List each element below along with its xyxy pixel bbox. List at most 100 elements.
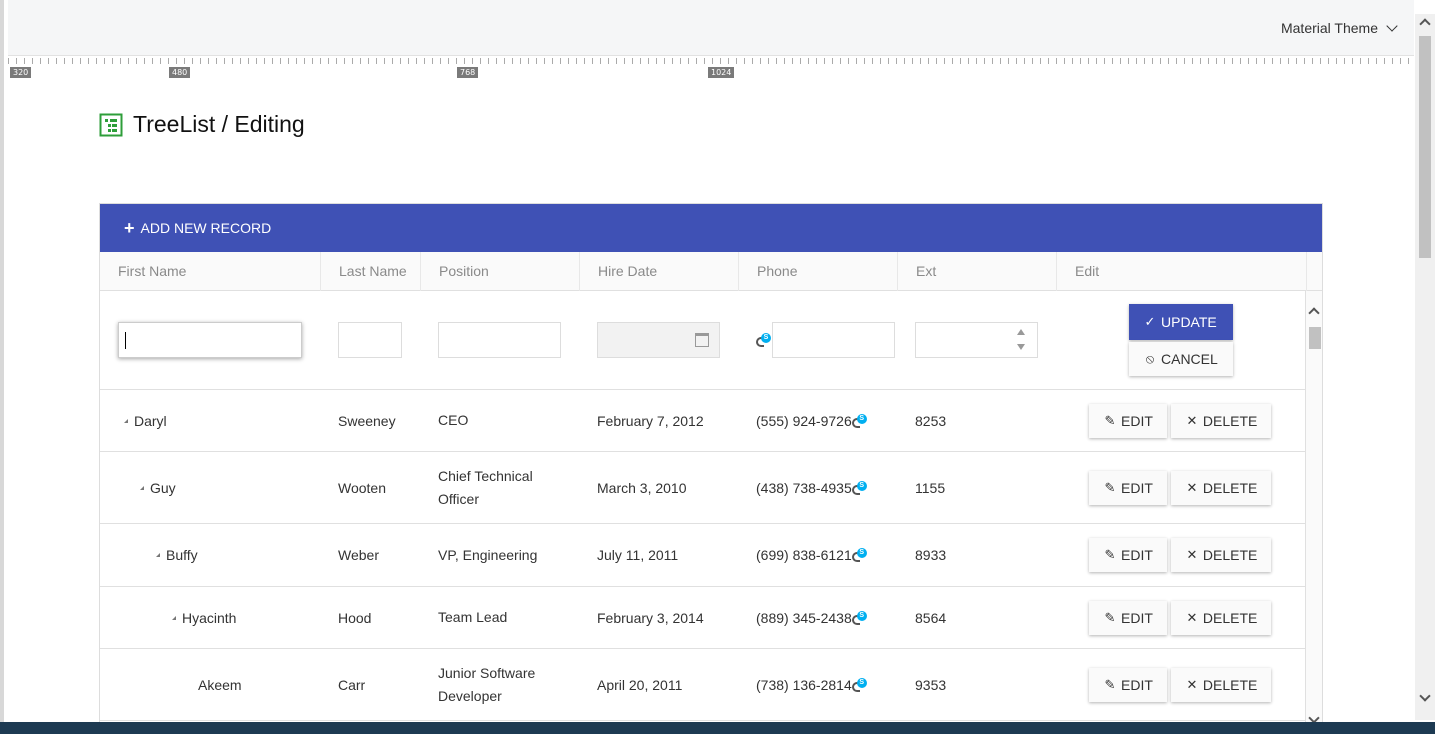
scroll-up-icon[interactable] xyxy=(1308,307,1320,319)
edit-button[interactable]: ✎ EDIT xyxy=(1089,470,1167,505)
edit-label: EDIT xyxy=(1121,609,1153,626)
edit-row: S ✓ UPDATE ⦸ CANCEL xyxy=(100,291,1307,390)
collapse-icon[interactable] xyxy=(156,553,160,557)
add-new-record-label: ADD NEW RECORD xyxy=(140,220,272,236)
grid-header: First Name Last Name Position Hire Date … xyxy=(100,252,1307,291)
add-new-record-button[interactable]: + ADD NEW RECORD xyxy=(124,219,272,237)
grid-scrollbar[interactable] xyxy=(1305,291,1322,722)
delete-button[interactable]: ✕ DELETE xyxy=(1170,667,1272,702)
skype-phone-icon[interactable]: S xyxy=(851,413,867,428)
row-actions: ✎ EDIT ✕ DELETE xyxy=(1089,390,1272,451)
table-row[interactable]: Daryl Sweeney CEO February 7, 2012 (555)… xyxy=(100,390,1307,452)
position: VP, Engineering xyxy=(438,546,538,563)
last-name-input[interactable] xyxy=(338,322,402,358)
cancel-button[interactable]: ⦸ CANCEL xyxy=(1129,342,1233,376)
app-window: Material Theme 320 480 768 1024 TreeList… xyxy=(0,0,1435,734)
ruler-mark-1024[interactable]: 1024 xyxy=(708,67,735,78)
cancel-icon: ⦸ xyxy=(1145,351,1155,366)
theme-label: Material Theme xyxy=(1280,20,1378,36)
scroll-down-icon[interactable] xyxy=(1419,690,1431,702)
skype-phone-icon[interactable]: S xyxy=(851,480,867,495)
collapse-icon[interactable] xyxy=(124,418,128,423)
header-last-name[interactable]: Last Name xyxy=(321,252,421,291)
calendar-icon[interactable] xyxy=(695,333,709,347)
spin-up-icon[interactable] xyxy=(1017,329,1025,335)
first-name: Daryl xyxy=(134,412,167,429)
page-scrollbar[interactable] xyxy=(1415,14,1435,720)
phone-input[interactable] xyxy=(772,322,895,358)
position: Chief Technical Officer xyxy=(438,467,533,507)
header-phone[interactable]: Phone xyxy=(739,252,898,291)
hire-date: March 3, 2010 xyxy=(597,479,687,496)
grid-toolbar: + ADD NEW RECORD xyxy=(100,204,1322,252)
check-icon: ✓ xyxy=(1144,314,1156,329)
ext-cell xyxy=(915,291,1038,389)
row-actions: ✎ EDIT ✕ DELETE xyxy=(1089,524,1272,586)
phone-number[interactable]: (438) 738-4935 xyxy=(756,480,852,496)
delete-button[interactable]: ✕ DELETE xyxy=(1170,600,1272,635)
page-scroll-thumb[interactable] xyxy=(1419,36,1431,258)
ruler-mark-320[interactable]: 320 xyxy=(10,67,32,78)
ruler-mark-768[interactable]: 768 xyxy=(457,67,479,78)
phone-number[interactable]: (889) 345-2438 xyxy=(756,610,852,626)
pencil-icon: ✎ xyxy=(1104,547,1116,562)
hire-date-picker[interactable] xyxy=(597,322,720,358)
grid-scroll-thumb[interactable] xyxy=(1309,327,1321,349)
pencil-icon: ✎ xyxy=(1104,412,1116,428)
hire-date-cell xyxy=(597,291,720,389)
delete-label: DELETE xyxy=(1202,676,1258,693)
ruler-mark-480[interactable]: 480 xyxy=(169,67,191,78)
table-row[interactable]: Hyacinth Hood Team Lead February 3, 2014… xyxy=(100,587,1307,649)
phone-cell: (438) 738-4935 S xyxy=(756,452,867,523)
edit-button[interactable]: ✎ EDIT xyxy=(1089,403,1167,438)
skype-phone-icon[interactable]: S xyxy=(851,548,867,562)
last-name-cell xyxy=(338,291,402,389)
delete-button[interactable]: ✕ DELETE xyxy=(1170,403,1272,438)
update-button[interactable]: ✓ UPDATE xyxy=(1129,304,1233,340)
header-hire-date[interactable]: Hire Date xyxy=(580,252,739,291)
delete-label: DELETE xyxy=(1202,547,1258,563)
pencil-icon: ✎ xyxy=(1104,609,1116,625)
edit-label: EDIT xyxy=(1121,412,1153,429)
first-name: Hyacinth xyxy=(182,609,237,626)
position-input[interactable] xyxy=(438,322,561,358)
row-actions: ✎ EDIT ✕ DELETE xyxy=(1089,452,1272,523)
grid-body: S ✓ UPDATE ⦸ CANCEL Daryl Sweeney CEO Fe… xyxy=(100,291,1307,722)
edit-button[interactable]: ✎ EDIT xyxy=(1089,538,1167,572)
edit-button[interactable]: ✎ EDIT xyxy=(1089,600,1167,635)
delete-button[interactable]: ✕ DELETE xyxy=(1170,470,1272,505)
phone-number[interactable]: (699) 838-6121 xyxy=(756,547,852,563)
first-name-input[interactable] xyxy=(118,322,302,358)
text-caret xyxy=(125,332,126,349)
collapse-icon[interactable] xyxy=(172,615,176,620)
table-row[interactable]: Guy Wooten Chief Technical Officer March… xyxy=(100,452,1307,524)
header-edit: Edit xyxy=(1057,252,1307,291)
phone-number[interactable]: (555) 924-9726 xyxy=(756,413,852,429)
first-name-cell: Hyacinth xyxy=(172,587,236,648)
collapse-icon[interactable] xyxy=(140,485,144,490)
first-name-cell: Guy xyxy=(140,452,176,523)
first-name: Akeem xyxy=(198,676,242,693)
edit-button[interactable]: ✎ EDIT xyxy=(1089,667,1167,702)
delete-button[interactable]: ✕ DELETE xyxy=(1170,538,1272,572)
header-first-name[interactable]: First Name xyxy=(100,252,321,291)
header-ext[interactable]: Ext xyxy=(898,252,1057,291)
skype-phone-icon[interactable]: S xyxy=(851,610,867,625)
table-row[interactable]: Buffy Weber VP, Engineering July 11, 201… xyxy=(100,524,1307,587)
ext-numeric-input[interactable] xyxy=(915,322,1038,358)
delete-label: DELETE xyxy=(1202,412,1258,429)
chevron-down-icon xyxy=(1386,20,1398,32)
ext: 1155 xyxy=(915,479,946,496)
pencil-icon: ✎ xyxy=(1104,479,1116,495)
skype-phone-icon[interactable]: S xyxy=(851,677,867,692)
close-icon: ✕ xyxy=(1186,676,1198,692)
first-name-cell: Daryl xyxy=(124,390,167,451)
spin-down-icon[interactable] xyxy=(1017,344,1025,350)
table-row[interactable]: Akeem Carr Junior Software Developer Apr… xyxy=(100,649,1307,721)
hire-date: April 20, 2011 xyxy=(597,676,683,693)
phone-cell: S xyxy=(756,291,895,389)
scroll-up-icon[interactable] xyxy=(1419,18,1431,30)
header-position[interactable]: Position xyxy=(421,252,580,291)
theme-selector[interactable]: Material Theme xyxy=(1280,20,1398,36)
phone-number[interactable]: (738) 136-2814 xyxy=(756,677,852,693)
